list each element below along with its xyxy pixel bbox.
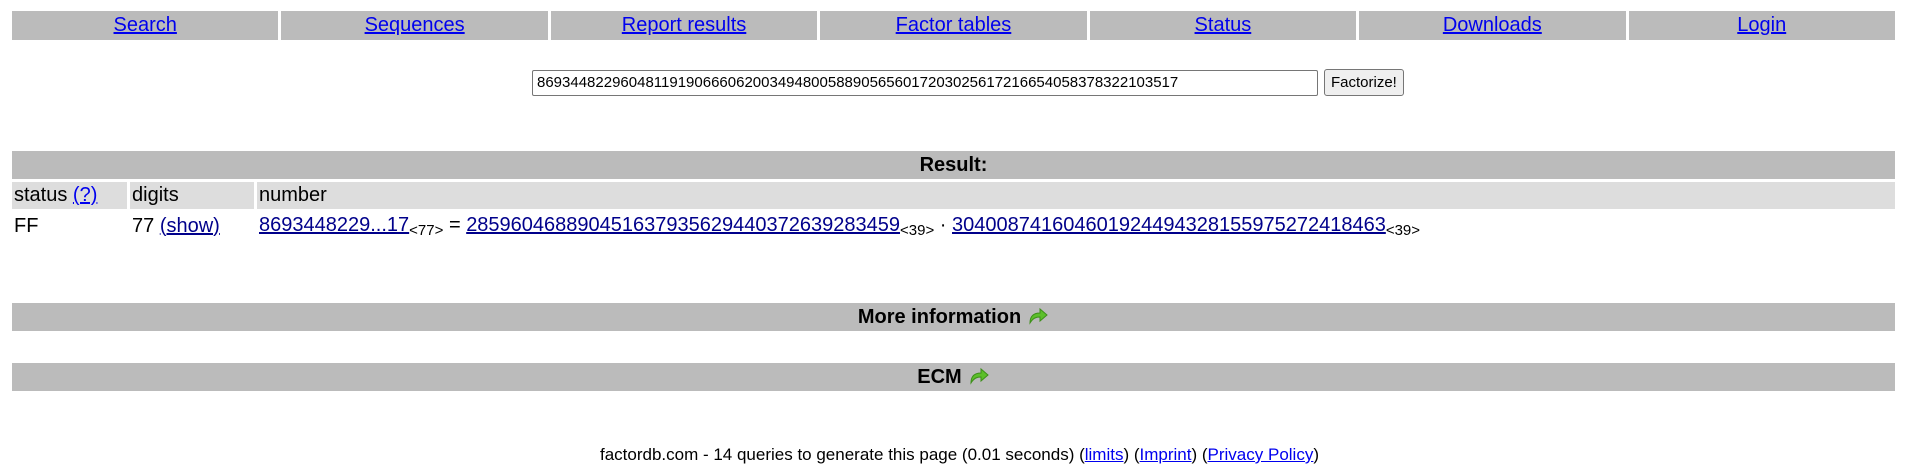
equals-sign: = <box>448 213 461 236</box>
nav-report-results[interactable]: Report results <box>550 11 818 40</box>
number-length: <77> <box>409 221 444 239</box>
nav-login[interactable]: Login <box>1628 11 1895 40</box>
factor-2-length: <39> <box>1385 221 1421 239</box>
multiply-dot: · <box>939 213 947 236</box>
result-row: FF 77 (show) 8693448229...17<77> = 28596… <box>12 209 1895 243</box>
number-input[interactable] <box>532 69 1318 96</box>
more-information-label: More information <box>857 305 1022 328</box>
privacy-policy-link[interactable]: Privacy Policy <box>1208 445 1314 464</box>
row-status: FF <box>14 214 39 237</box>
limits-link[interactable]: limits <box>1085 445 1124 464</box>
nav-downloads[interactable]: Downloads <box>1359 11 1626 40</box>
status-help-link[interactable]: (?) <box>73 184 97 207</box>
show-digits-link[interactable]: (show) <box>160 215 220 237</box>
footer-separator: ) ( <box>1123 445 1140 464</box>
column-status: status (?) <box>12 182 127 209</box>
imprint-link[interactable]: Imprint <box>1140 445 1192 464</box>
more-information-header[interactable]: More information <box>12 303 1895 331</box>
result-title: Result: <box>12 151 1895 179</box>
footer-suffix: ) <box>1313 445 1320 464</box>
ecm-label: ECM <box>917 365 962 388</box>
column-status-label: status <box>14 184 68 206</box>
ecm-header[interactable]: ECM <box>12 363 1895 391</box>
column-digits: digits <box>130 182 254 209</box>
nav-sequences[interactable]: Sequences <box>281 11 548 40</box>
row-digit-count: 77 <box>132 214 155 237</box>
result-table: Result: status (?) digits number FF 77 (… <box>12 151 1895 243</box>
result-column-headers: status (?) digits number <box>12 182 1895 209</box>
expand-arrow-icon[interactable] <box>1027 306 1049 328</box>
number-link[interactable]: 8693448229...17 <box>259 214 409 236</box>
footer-text: factordb.com - 14 queries to generate th… <box>599 445 1085 464</box>
factor-1-link[interactable]: 285960468890451637935629440372639283459 <box>466 214 900 236</box>
factorize-button[interactable]: Factorize! <box>1324 69 1404 96</box>
nav-status[interactable]: Status <box>1089 11 1357 40</box>
nav-search[interactable]: Search <box>12 11 279 40</box>
footer: factordb.com - 14 queries to generate th… <box>0 445 1919 465</box>
expand-arrow-icon[interactable] <box>968 366 990 388</box>
top-nav: Search Sequences Report results Factor t… <box>12 11 1895 40</box>
footer-separator: ) ( <box>1191 445 1208 464</box>
factor-1-length: <39> <box>900 221 935 239</box>
row-number: 8693448229...17<77> = 285960468890451637… <box>257 214 1895 239</box>
factor-form: Factorize! <box>532 69 1404 96</box>
factor-2-link[interactable]: 304008741604601924494328155975272418463 <box>952 214 1386 236</box>
row-digits: 77 (show) <box>130 215 254 238</box>
column-number: number <box>257 182 1895 209</box>
nav-factor-tables[interactable]: Factor tables <box>820 11 1087 40</box>
